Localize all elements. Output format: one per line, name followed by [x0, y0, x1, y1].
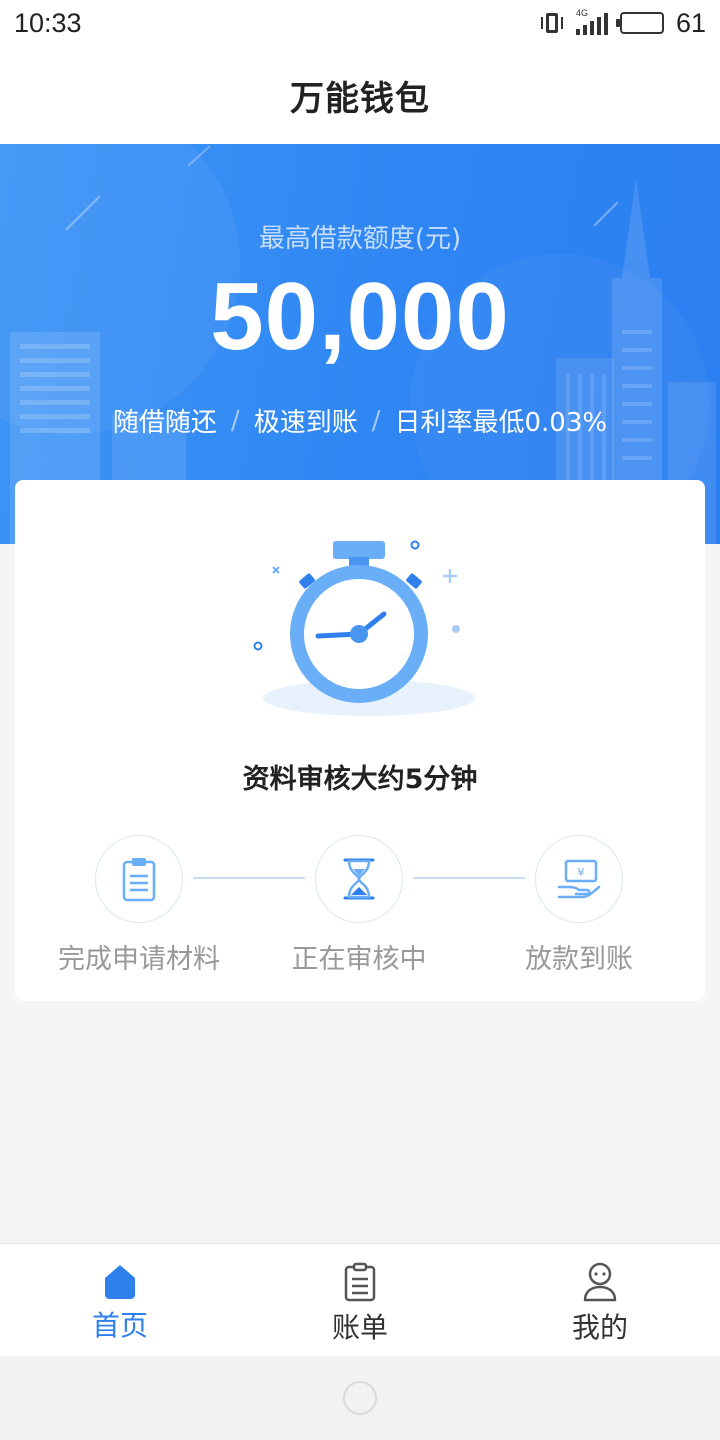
step-label: 完成申请材料 [58, 944, 220, 975]
step-label: 放款到账 [525, 944, 633, 975]
step-loan-disbursed: ¥ 放款到账 [479, 835, 679, 976]
clipboard-icon [122, 858, 156, 902]
feature-item: 随借随还 [112, 408, 217, 438]
battery-icon [615, 12, 664, 34]
profile-icon [583, 1262, 617, 1302]
step-label: 正在审核中 [291, 944, 427, 975]
step-icon-circle [95, 835, 183, 923]
review-status-card: 资料审核大约5分钟 完成申请材料 正在审核中 ¥ 放款到账 [15, 480, 705, 1001]
hourglass-icon [343, 858, 375, 900]
status-icons: 4G 61 [540, 8, 706, 39]
system-home-button[interactable] [343, 1381, 377, 1415]
step-under-review: 正在审核中 [259, 835, 459, 976]
system-nav-bar [0, 1356, 720, 1440]
feature-item: 日利率最低0.03% [394, 408, 608, 438]
bottom-tab-bar: 首页 账单 我的 [0, 1243, 720, 1356]
tab-profile[interactable]: 我的 [480, 1244, 720, 1356]
step-icon-circle [315, 835, 403, 923]
feature-list: 随借随还 / 极速到账 / 日利率最低0.03% [0, 402, 720, 439]
page-title: 万能钱包 [290, 78, 430, 119]
tab-label: 我的 [571, 1311, 628, 1344]
feature-item: 极速到账 [253, 408, 358, 438]
battery-level: 61 [675, 7, 706, 38]
quota-amount: 50,000 [210, 263, 510, 370]
svg-text:¥: ¥ [578, 866, 585, 879]
money-hand-icon: ¥ [557, 859, 601, 899]
stopwatch-icon [253, 540, 475, 716]
tab-label: 账单 [331, 1311, 388, 1344]
bill-icon [344, 1262, 376, 1302]
status-bar: 10:33 4G 61 [0, 0, 720, 46]
tab-home[interactable]: 首页 [0, 1244, 240, 1356]
quota-label: 最高借款额度(元) [258, 224, 462, 254]
vibrate-icon [540, 12, 564, 34]
step-icon-circle: ¥ [535, 835, 623, 923]
tab-label: 首页 [91, 1309, 148, 1342]
feature-separator: / [371, 405, 381, 436]
step-complete-materials: 完成申请材料 [39, 835, 239, 976]
feature-separator: / [230, 405, 240, 436]
signal-icon: 4G [575, 8, 608, 35]
status-time: 10:33 [14, 7, 82, 38]
app-header: 万能钱包 [0, 46, 720, 144]
network-tag: 4G [575, 8, 588, 18]
review-time-title: 资料审核大约5分钟 [242, 764, 478, 795]
tab-bill[interactable]: 账单 [240, 1244, 480, 1356]
home-icon [105, 1265, 135, 1299]
